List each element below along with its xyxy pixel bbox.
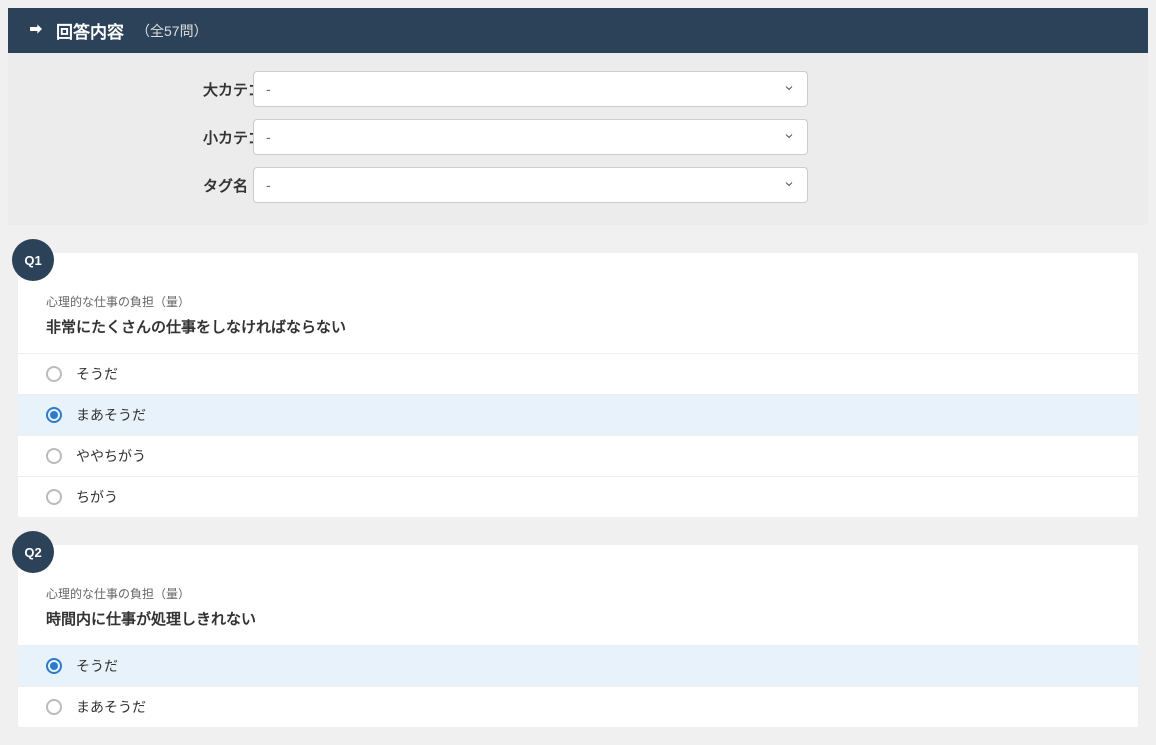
question-text: 非常にたくさんの仕事をしなければならない	[46, 316, 1110, 337]
option-label: そうだ	[76, 364, 118, 384]
option-label: まあそうだ	[76, 697, 146, 717]
filter-row-small-category: 小カテゴリ名 -	[28, 119, 1128, 155]
filter-row-tag: タグ名 -	[28, 167, 1128, 203]
share-icon	[28, 21, 44, 40]
chevron-down-icon	[783, 129, 795, 145]
filter-row-large-category: 大カテゴリ名 -	[28, 71, 1128, 107]
select-value: -	[266, 129, 271, 145]
answer-option[interactable]: ややちがう	[18, 435, 1138, 476]
large-category-select[interactable]: -	[253, 71, 808, 107]
radio-icon	[46, 658, 62, 674]
chevron-down-icon	[783, 177, 795, 193]
question-badge: Q1	[12, 239, 54, 281]
question-card: Q2 心理的な仕事の負担（量） 時間内に仕事が処理しきれない そうだ まあそうだ	[18, 545, 1138, 727]
question-head: 心理的な仕事の負担（量） 時間内に仕事が処理しきれない	[18, 545, 1138, 645]
question-category: 心理的な仕事の負担（量）	[46, 585, 1110, 602]
radio-icon	[46, 366, 62, 382]
question-head: 心理的な仕事の負担（量） 非常にたくさんの仕事をしなければならない	[18, 253, 1138, 353]
select-value: -	[266, 81, 271, 97]
radio-icon	[46, 489, 62, 505]
question-card: Q1 心理的な仕事の負担（量） 非常にたくさんの仕事をしなければならない そうだ…	[18, 253, 1138, 517]
filter-label: タグ名	[28, 175, 228, 196]
tag-select[interactable]: -	[253, 167, 808, 203]
option-label: ちがう	[76, 487, 118, 507]
answer-option[interactable]: ちがう	[18, 476, 1138, 517]
answer-option[interactable]: そうだ	[18, 645, 1138, 686]
chevron-down-icon	[783, 81, 795, 97]
option-label: そうだ	[76, 656, 118, 676]
question-badge: Q2	[12, 531, 54, 573]
filter-label: 大カテゴリ名	[28, 79, 228, 100]
radio-icon	[46, 699, 62, 715]
header-title: 回答内容	[56, 18, 124, 43]
select-value: -	[266, 177, 271, 193]
section-header: 回答内容 （全57問）	[8, 8, 1148, 53]
radio-icon	[46, 407, 62, 423]
filter-label: 小カテゴリ名	[28, 127, 228, 148]
answer-option[interactable]: まあそうだ	[18, 686, 1138, 727]
answer-option[interactable]: まあそうだ	[18, 394, 1138, 435]
question-category: 心理的な仕事の負担（量）	[46, 293, 1110, 310]
small-category-select[interactable]: -	[253, 119, 808, 155]
filter-panel: 大カテゴリ名 - 小カテゴリ名 - タグ名 -	[8, 53, 1148, 225]
radio-icon	[46, 448, 62, 464]
answer-option[interactable]: そうだ	[18, 353, 1138, 394]
question-text: 時間内に仕事が処理しきれない	[46, 608, 1110, 629]
option-label: まあそうだ	[76, 405, 146, 425]
option-label: ややちがう	[76, 446, 146, 466]
header-subtitle: （全57問）	[136, 21, 208, 41]
